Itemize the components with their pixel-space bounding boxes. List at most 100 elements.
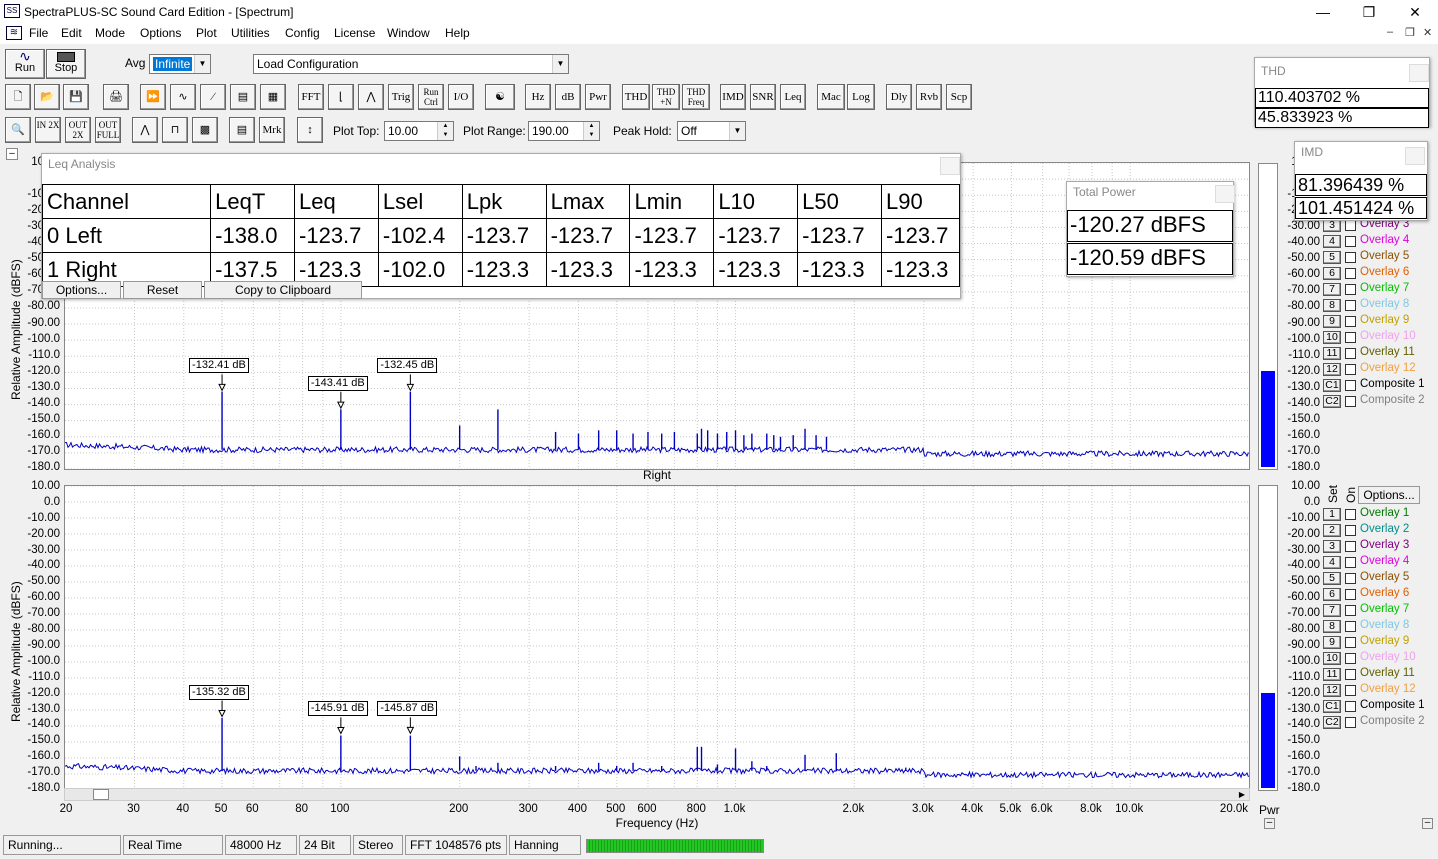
scp-button[interactable]: Scp	[946, 84, 972, 110]
overlay-set-button[interactable]: 9	[1323, 636, 1341, 649]
spectrum-icon[interactable]: ∿	[170, 84, 196, 110]
overlay-checkbox[interactable]	[1345, 509, 1356, 520]
overlay-set-button[interactable]: 8	[1323, 620, 1341, 633]
snr-button[interactable]: SNR	[750, 84, 776, 110]
overlay-checkbox[interactable]	[1345, 252, 1356, 263]
overlay-checkbox[interactable]	[1345, 316, 1356, 327]
zoom-out-2x-button[interactable]: OUT 2X	[65, 117, 91, 143]
overlay-set-button[interactable]: 11	[1323, 668, 1341, 681]
run-ctrl-button[interactable]: Run Ctrl	[418, 84, 444, 110]
leq-copy-button[interactable]: Copy to Clipboard	[204, 281, 362, 299]
imd-button[interactable]: IMD	[720, 84, 746, 110]
bottom-plot[interactable]: -135.32 dB -145.91 dB -145.87 dB	[64, 485, 1250, 791]
overlay-checkbox[interactable]	[1345, 236, 1356, 247]
run-button[interactable]: ∿ Run	[5, 49, 45, 79]
new-file-icon[interactable]: 🗋	[5, 84, 31, 110]
overlay-checkbox[interactable]	[1345, 541, 1356, 552]
overlay-set-button[interactable]: 6	[1323, 267, 1341, 280]
avg-select[interactable]: Infinite ▼	[149, 54, 211, 74]
menu-window[interactable]: Window	[387, 26, 430, 40]
io-button[interactable]: I/O	[448, 84, 474, 110]
trig-button[interactable]: Trig	[388, 84, 414, 110]
menu-config[interactable]: Config	[285, 26, 320, 40]
bar-graph-icon[interactable]: ▩	[192, 117, 218, 143]
scrollbar-thumb[interactable]	[93, 789, 109, 800]
peak-marker-label[interactable]: -132.41 dB	[189, 358, 249, 374]
save-disk-icon[interactable]: 💾	[63, 84, 89, 110]
overlay-set-button[interactable]: C2	[1323, 716, 1341, 729]
spinner-icon[interactable]: ▲ ▼	[583, 122, 599, 140]
collapse-icon[interactable]: –	[6, 148, 18, 160]
overlay-checkbox[interactable]	[1345, 573, 1356, 584]
hz-button[interactable]: Hz	[525, 84, 551, 110]
overlay-collapse-icon[interactable]: –	[1422, 818, 1433, 829]
thd-freq-button[interactable]: THD Freq	[682, 84, 710, 110]
overlay-set-button[interactable]: 4	[1323, 235, 1341, 248]
zoom-in-2x-button[interactable]: IN 2X	[35, 117, 61, 143]
weighting-icon[interactable]: ⋀	[358, 84, 384, 110]
fast-forward-icon[interactable]: ⏩	[140, 84, 166, 110]
step-graph-icon[interactable]: ⊓	[162, 117, 188, 143]
overlay-set-button[interactable]: 2	[1323, 524, 1341, 537]
overlay-checkbox[interactable]	[1345, 364, 1356, 375]
zoom-out-full-button[interactable]: OUT FULL	[95, 117, 121, 143]
overlay-checkbox[interactable]	[1345, 332, 1356, 343]
overlay-checkbox[interactable]	[1345, 348, 1356, 359]
stop-button[interactable]: Stop	[46, 49, 86, 79]
peak-hold-select[interactable]: Off ▼	[677, 121, 746, 141]
fft-button[interactable]: FFT	[298, 84, 324, 110]
peak-marker-label[interactable]: -145.87 dB	[377, 701, 438, 717]
print-icon[interactable]: 🖨	[103, 84, 129, 110]
overlay-set-button[interactable]: 9	[1323, 315, 1341, 328]
horizontal-scrollbar[interactable]	[64, 788, 1250, 801]
menu-file[interactable]: File	[29, 26, 48, 40]
menu-utilities[interactable]: Utilities	[231, 26, 270, 40]
leq-button[interactable]: Leq	[780, 84, 806, 110]
config-select[interactable]: Load Configuration ▼	[253, 54, 569, 74]
3d-surface-icon[interactable]: ▦	[260, 84, 286, 110]
thdn-button[interactable]: THD +N	[652, 84, 680, 110]
overlay-set-button[interactable]: 11	[1323, 347, 1341, 360]
overlay-set-button[interactable]: 10	[1323, 331, 1341, 344]
overlay-set-button[interactable]: C1	[1323, 379, 1341, 392]
overlay-checkbox[interactable]	[1345, 557, 1356, 568]
menu-mode[interactable]: Mode	[95, 26, 125, 40]
overlay-set-button[interactable]: C2	[1323, 395, 1341, 408]
open-folder-icon[interactable]: 📂	[34, 84, 60, 110]
time-series-icon[interactable]: ∕	[200, 84, 226, 110]
overlay-checkbox[interactable]	[1345, 396, 1356, 407]
scroll-right-icon[interactable]: ▶	[1236, 789, 1248, 800]
zoom-magnifier-icon[interactable]: 🔍	[5, 117, 31, 143]
overlay-checkbox[interactable]	[1345, 717, 1356, 728]
overlay-checkbox[interactable]	[1345, 701, 1356, 712]
thd-button[interactable]: THD	[622, 84, 650, 110]
line-graph-icon[interactable]: ⋀	[132, 117, 158, 143]
menu-edit[interactable]: Edit	[61, 26, 82, 40]
scale-icon[interactable]: ⌊	[328, 84, 354, 110]
overlay-checkbox[interactable]	[1345, 220, 1356, 231]
overlay-checkbox[interactable]	[1345, 669, 1356, 680]
overlay-checkbox[interactable]	[1345, 284, 1356, 295]
overlay-set-button[interactable]: 10	[1323, 652, 1341, 665]
spinner-icon[interactable]: ▲ ▼	[437, 122, 453, 140]
overlay-set-button[interactable]: 12	[1323, 363, 1341, 376]
log-button[interactable]: Log	[847, 84, 875, 110]
spectrogram-icon[interactable]: ▤	[230, 84, 256, 110]
menu-help[interactable]: Help	[445, 26, 470, 40]
overlay-set-button[interactable]: 1	[1323, 508, 1341, 521]
overlay-checkbox[interactable]	[1345, 653, 1356, 664]
plot-range-input[interactable]: 190.00 ▲ ▼	[528, 121, 600, 141]
overlay-options-button[interactable]: Options...	[1358, 486, 1420, 504]
overlay-checkbox[interactable]	[1345, 300, 1356, 311]
overlay-set-button[interactable]: 4	[1323, 556, 1341, 569]
mdi-document-icon[interactable]: ≋	[6, 26, 22, 40]
leq-options-button[interactable]: Options...	[42, 281, 121, 299]
restore-icon[interactable]: ❐	[1346, 0, 1392, 24]
pwr-collapse-icon[interactable]: –	[1264, 818, 1275, 829]
overlay-set-button[interactable]: 5	[1323, 572, 1341, 585]
leq-close-icon[interactable]	[940, 157, 960, 175]
overlay-set-button[interactable]: 6	[1323, 588, 1341, 601]
mrk-button[interactable]: Mrk	[259, 117, 285, 143]
mdi-close-icon[interactable]: ✕	[1423, 26, 1432, 39]
dly-button[interactable]: Dly	[886, 84, 912, 110]
